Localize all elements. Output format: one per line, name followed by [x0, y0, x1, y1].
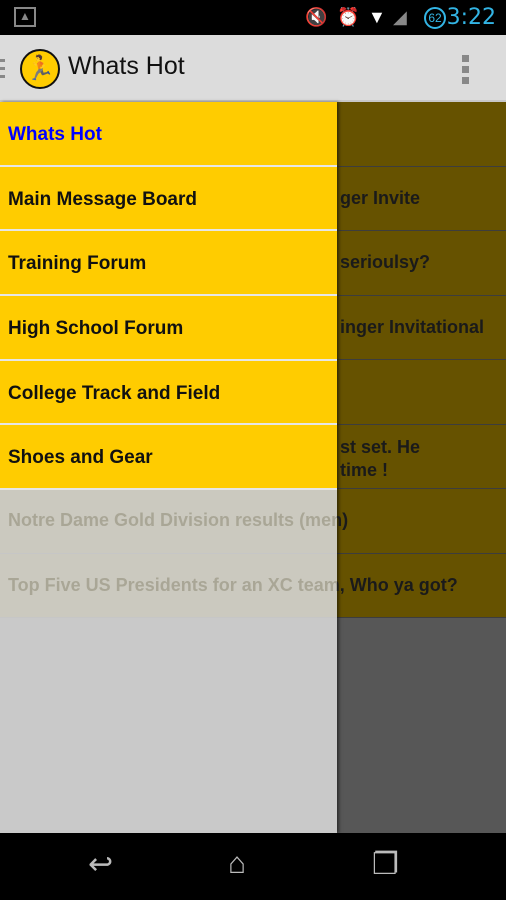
navigation-drawer: Whats Hot Main Message Board Training Fo…	[0, 102, 337, 833]
drawer-item-college-track-and-field[interactable]: College Track and Field	[0, 360, 337, 426]
drawer-item-whats-hot[interactable]: Whats Hot	[0, 102, 337, 167]
battery-icon: 62	[424, 7, 446, 29]
clock: 3:22	[446, 5, 496, 30]
image-notification-icon: ▲	[14, 7, 36, 27]
signal-icon: ◢	[393, 7, 407, 27]
back-icon[interactable]: ↩	[88, 847, 113, 882]
drawer-toggle-icon[interactable]	[0, 59, 5, 83]
page-title: Whats Hot	[68, 52, 185, 80]
app-logo-runner-icon[interactable]: 🏃	[20, 49, 60, 89]
wifi-icon: ▼	[368, 7, 386, 27]
mute-icon: 🔇	[305, 7, 328, 27]
drawer-item-training-forum[interactable]: Training Forum	[0, 231, 337, 297]
drawer-item-main-message-board[interactable]: Main Message Board	[0, 166, 337, 232]
status-bar: ▲ 🔇 ⏰ ▼ ◢ 62 3:22	[0, 0, 506, 35]
overflow-menu-icon[interactable]	[462, 55, 470, 88]
drawer-item-high-school-forum[interactable]: High School Forum	[0, 296, 337, 361]
action-bar: 🏃 Whats Hot	[0, 35, 506, 102]
drawer-item-shoes-and-gear[interactable]: Shoes and Gear	[0, 425, 337, 491]
recent-apps-icon[interactable]: ❐	[372, 847, 399, 882]
navigation-bar: ↩ ⌂ ❐	[0, 833, 506, 900]
home-icon[interactable]: ⌂	[228, 847, 246, 881]
alarm-icon: ⏰	[337, 7, 360, 27]
